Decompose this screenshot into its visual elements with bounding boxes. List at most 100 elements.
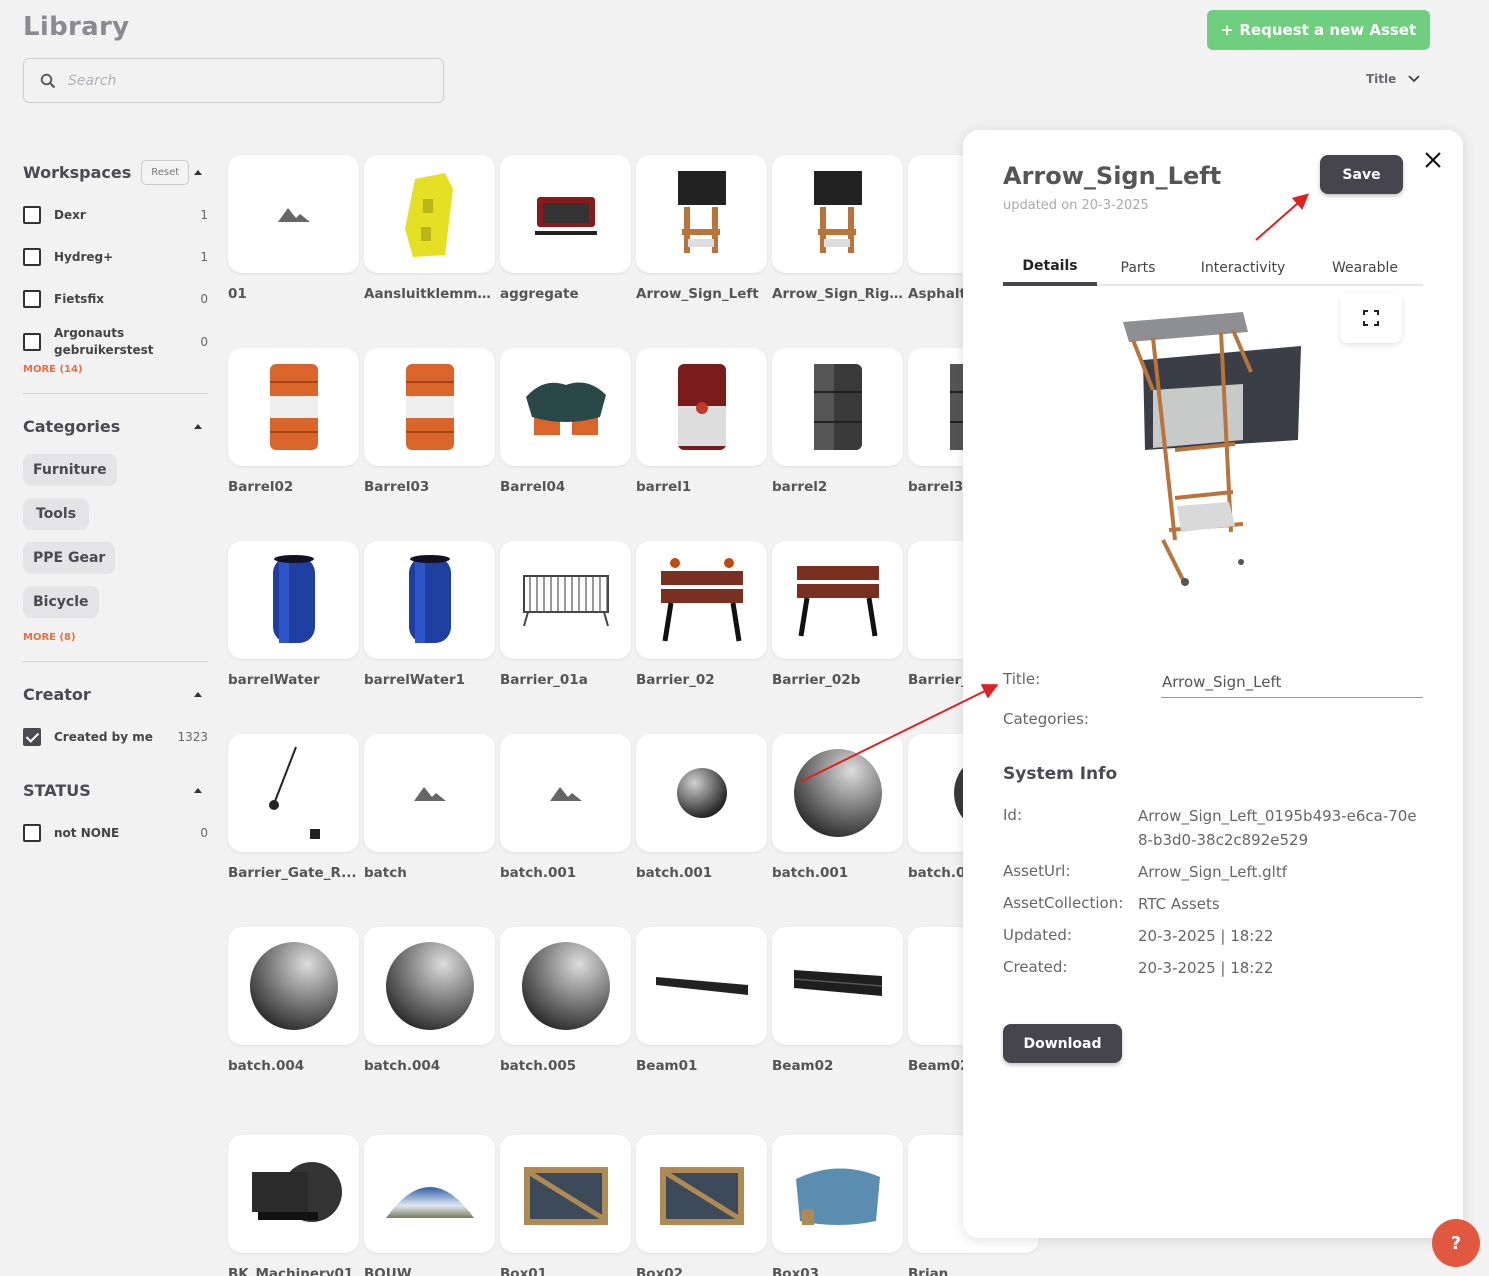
asset-card[interactable]: BOUW — [364, 1135, 495, 1276]
asset-card[interactable]: Arrow_Sign_Rig... — [772, 155, 903, 302]
asset-thumbnail[interactable] — [364, 541, 495, 659]
tab-wearable[interactable]: Wearable — [1307, 250, 1423, 286]
asset-card[interactable]: barrelWater — [228, 541, 359, 688]
asset-thumbnail[interactable] — [364, 1135, 495, 1253]
asset-card[interactable]: Beam02 — [772, 927, 903, 1074]
asset-thumbnail[interactable] — [364, 734, 495, 852]
asset-card[interactable]: Barrier_01a — [500, 541, 631, 688]
asset-thumbnail[interactable] — [500, 734, 631, 852]
asset-card[interactable]: Barrier_Gate_R... — [228, 734, 359, 881]
asset-card[interactable]: BK_Machinery01 — [228, 1135, 359, 1276]
asset-thumbnail[interactable] — [772, 541, 903, 659]
asset-card[interactable]: barrelWater1 — [364, 541, 495, 688]
categories-header[interactable]: Categories — [23, 404, 208, 448]
workspaces-more-link[interactable]: MORE (14) — [23, 364, 208, 375]
asset-thumbnail[interactable] — [364, 155, 495, 273]
asset-card[interactable]: batch — [364, 734, 495, 881]
workspace-filter-dexr[interactable]: Dexr 1 — [23, 194, 208, 236]
asset-thumbnail[interactable] — [772, 155, 903, 273]
asset-thumbnail[interactable] — [228, 348, 359, 466]
reset-button[interactable]: Reset — [141, 159, 190, 185]
asset-card[interactable]: Arrow_Sign_Left — [636, 155, 767, 302]
asset-thumbnail[interactable] — [364, 927, 495, 1045]
asset-thumbnail[interactable] — [500, 541, 631, 659]
save-button[interactable]: Save — [1320, 155, 1403, 194]
checkbox[interactable] — [23, 824, 41, 842]
fullscreen-button[interactable] — [1340, 293, 1402, 343]
asset-thumbnail[interactable] — [772, 348, 903, 466]
workspace-filter-fietsfix[interactable]: Fietsfix 0 — [23, 278, 208, 320]
asset-3d-preview[interactable] — [1123, 310, 1313, 600]
title-field[interactable] — [1161, 670, 1423, 698]
workspaces-header[interactable]: Workspaces Reset — [23, 150, 208, 194]
tab-parts[interactable]: Parts — [1097, 250, 1179, 286]
asset-thumbnail[interactable] — [636, 1135, 767, 1253]
asset-card[interactable]: batch.001 — [636, 734, 767, 881]
checkbox-checked[interactable] — [23, 728, 41, 746]
collapse-caret-icon[interactable] — [194, 787, 202, 793]
asset-card[interactable]: batch.004 — [228, 927, 359, 1074]
tab-details[interactable]: Details — [1003, 250, 1097, 286]
asset-thumbnail[interactable] — [500, 348, 631, 466]
search-bar[interactable] — [23, 58, 444, 103]
asset-thumbnail[interactable] — [772, 734, 903, 852]
asset-card[interactable]: Aansluitklemmen — [364, 155, 495, 302]
collapse-caret-icon[interactable] — [194, 169, 202, 175]
category-chip-bicycle[interactable]: Bicycle — [23, 586, 99, 618]
categories-more-link[interactable]: MORE (8) — [23, 632, 208, 643]
asset-thumbnail[interactable] — [772, 927, 903, 1045]
asset-thumbnail[interactable] — [772, 1135, 903, 1253]
asset-card[interactable]: Beam01 — [636, 927, 767, 1074]
asset-card[interactable]: barrel1 — [636, 348, 767, 495]
asset-card[interactable]: batch.001 — [772, 734, 903, 881]
asset-thumbnail[interactable] — [228, 155, 359, 273]
checkbox[interactable] — [23, 206, 41, 224]
category-chip-furniture[interactable]: Furniture — [23, 454, 117, 486]
asset-thumbnail[interactable] — [500, 927, 631, 1045]
asset-thumbnail[interactable] — [636, 734, 767, 852]
asset-card[interactable]: Barrel02 — [228, 348, 359, 495]
asset-card[interactable]: barrel2 — [772, 348, 903, 495]
checkbox[interactable] — [23, 333, 41, 351]
collapse-caret-icon[interactable] — [194, 423, 202, 429]
asset-card[interactable]: Barrel04 — [500, 348, 631, 495]
asset-thumbnail[interactable] — [636, 348, 767, 466]
workspace-filter-argonauts[interactable]: Argonauts gebruikerstest 0 — [23, 320, 208, 364]
asset-card[interactable]: Barrier_02 — [636, 541, 767, 688]
asset-thumbnail[interactable] — [636, 541, 767, 659]
asset-card[interactable]: batch.005 — [500, 927, 631, 1074]
close-icon[interactable] — [1423, 150, 1443, 170]
asset-thumbnail[interactable] — [228, 927, 359, 1045]
sort-dropdown[interactable]: Title — [1366, 72, 1420, 86]
asset-card[interactable]: aggregate — [500, 155, 631, 302]
collapse-caret-icon[interactable] — [194, 691, 202, 697]
download-button[interactable]: Download — [1003, 1024, 1122, 1063]
asset-card[interactable]: Barrier_02b — [772, 541, 903, 688]
asset-card[interactable]: 01 — [228, 155, 359, 302]
help-button[interactable]: ? — [1432, 1219, 1480, 1267]
request-asset-button[interactable]: + Request a new Asset — [1207, 10, 1430, 50]
category-chip-ppe-gear[interactable]: PPE Gear — [23, 542, 116, 574]
asset-card[interactable]: batch.001 — [500, 734, 631, 881]
asset-thumbnail[interactable] — [500, 1135, 631, 1253]
asset-thumbnail[interactable] — [228, 541, 359, 659]
checkbox[interactable] — [23, 248, 41, 266]
creator-header[interactable]: Creator — [23, 672, 208, 716]
status-header[interactable]: STATUS — [23, 768, 208, 812]
asset-thumbnail[interactable] — [636, 927, 767, 1045]
asset-thumbnail[interactable] — [500, 155, 631, 273]
category-chip-tools[interactable]: Tools — [23, 498, 90, 530]
asset-card[interactable]: Barrel03 — [364, 348, 495, 495]
asset-card[interactable]: Box03 — [772, 1135, 903, 1276]
checkbox[interactable] — [23, 290, 41, 308]
asset-thumbnail[interactable] — [228, 734, 359, 852]
asset-thumbnail[interactable] — [636, 155, 767, 273]
asset-thumbnail[interactable] — [228, 1135, 359, 1253]
asset-card[interactable]: batch.004 — [364, 927, 495, 1074]
creator-filter-created-by-me[interactable]: Created by me 1323 — [23, 716, 208, 758]
search-input[interactable] — [68, 72, 408, 89]
asset-card[interactable]: Box01 — [500, 1135, 631, 1276]
status-filter-not-none[interactable]: not NONE 0 — [23, 812, 208, 854]
workspace-filter-hydreg[interactable]: Hydreg+ 1 — [23, 236, 208, 278]
tab-interactivity[interactable]: Interactivity — [1179, 250, 1307, 286]
